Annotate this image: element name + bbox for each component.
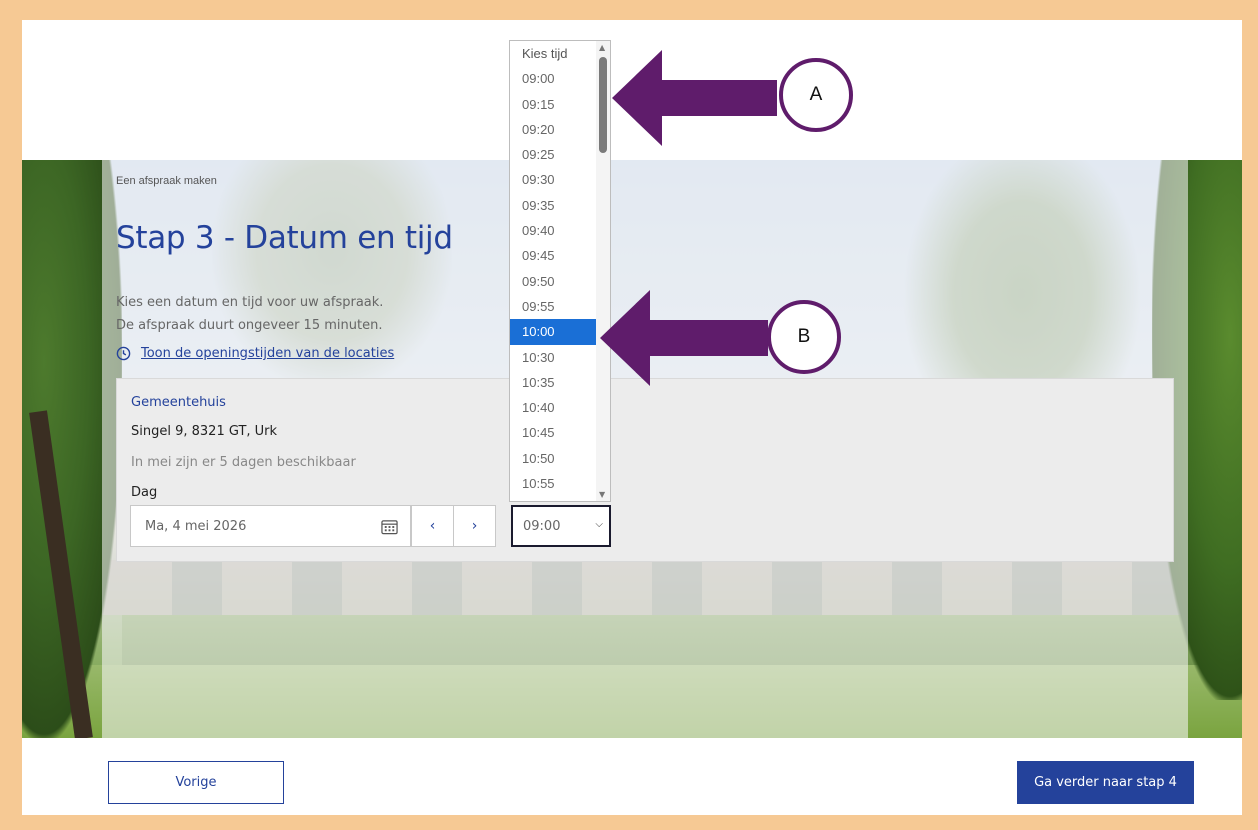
time-option[interactable]: Kies tijd [510, 41, 610, 66]
browser-viewport: Een afspraak maken Stap 3 - Datum en tij… [22, 20, 1242, 815]
time-option[interactable]: 09:50 [510, 269, 610, 294]
calendar-icon[interactable] [381, 519, 398, 535]
intro-line-1: Kies een datum en tijd voor uw afspraak. [116, 295, 384, 310]
opening-hours-link[interactable]: Toon de openingstijden van de locaties [116, 346, 394, 361]
time-option[interactable]: 10:45 [510, 420, 610, 445]
time-option[interactable]: 09:45 [510, 243, 610, 268]
breadcrumb: Een afspraak maken [116, 175, 217, 187]
date-input[interactable]: Ma, 4 mei 2026 [130, 505, 411, 547]
previous-button[interactable]: Vorige [108, 761, 284, 804]
time-option[interactable]: 09:55 [510, 294, 610, 319]
clock-icon [116, 346, 131, 361]
date-value: Ma, 4 mei 2026 [145, 518, 247, 534]
callout-b: B [767, 300, 841, 374]
time-option[interactable]: 10:55 [510, 471, 610, 496]
availability-text: In mei zijn er 5 dagen beschikbaar [131, 455, 356, 470]
time-option[interactable]: 10:35 [510, 370, 610, 395]
time-option[interactable]: 10:40 [510, 395, 610, 420]
location-address: Singel 9, 8321 GT, Urk [131, 424, 278, 439]
location-card: Gemeentehuis Singel 9, 8321 GT, Urk In m… [116, 378, 1174, 562]
intro-line-2: De afspraak duurt ongeveer 15 minuten. [116, 318, 383, 333]
continue-button[interactable]: Ga verder naar stap 4 [1017, 761, 1194, 804]
intro-text: Kies een datum en tijd voor uw afspraak.… [116, 291, 383, 337]
time-option[interactable]: 09:15 [510, 92, 610, 117]
chevron-left-icon: ‹ [429, 518, 436, 534]
time-dropdown-list[interactable]: Kies tijd 09:00 09:15 09:20 09:25 09:30 … [509, 40, 611, 502]
time-option-highlighted[interactable]: 10:00 [510, 319, 596, 345]
callout-a: A [779, 58, 853, 132]
time-option[interactable]: 09:25 [510, 142, 610, 167]
dropdown-scrollbar[interactable]: ▲ ▼ [596, 41, 610, 501]
scrollbar-thumb[interactable] [599, 57, 607, 153]
page-title: Stap 3 - Datum en tijd [116, 220, 453, 256]
arrow-a-icon [612, 50, 777, 146]
arrow-b-icon [600, 290, 768, 386]
scroll-up-icon[interactable]: ▲ [599, 43, 605, 52]
chevron-right-icon: › [471, 518, 478, 534]
location-name: Gemeentehuis [131, 395, 226, 410]
time-option[interactable]: 09:40 [510, 218, 610, 243]
time-select[interactable]: 09:00 ⌵ [511, 505, 611, 547]
time-option[interactable]: 09:30 [510, 167, 610, 192]
time-option[interactable]: 09:20 [510, 117, 610, 142]
previous-day-button[interactable]: ‹ [411, 505, 454, 547]
time-option[interactable]: 10:50 [510, 446, 610, 471]
time-option[interactable]: 09:35 [510, 193, 610, 218]
time-option[interactable]: 10:30 [510, 345, 610, 370]
scroll-down-icon[interactable]: ▼ [599, 490, 605, 499]
time-option[interactable]: 09:00 [510, 66, 610, 91]
opening-hours-link-label[interactable]: Toon de openingstijden van de locaties [141, 346, 394, 361]
next-day-button[interactable]: › [453, 505, 496, 547]
chevron-down-icon: ⌵ [595, 519, 603, 530]
time-select-value: 09:00 [523, 518, 561, 534]
day-label: Dag [131, 485, 158, 500]
